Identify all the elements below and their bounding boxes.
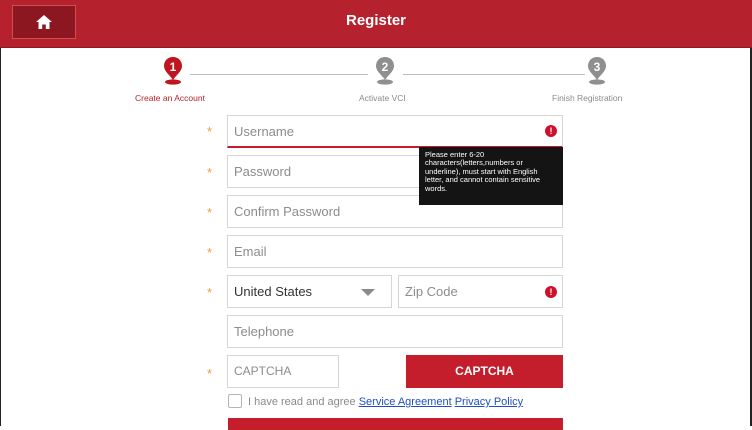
username-input[interactable]: Username	[227, 115, 563, 148]
email-input[interactable]: Email	[227, 235, 563, 268]
top-bar: Register	[0, 0, 752, 48]
email-placeholder: Email	[234, 244, 267, 259]
username-error-tooltip: Please enter 6-20 characters(letters,num…	[419, 147, 563, 205]
zip-code-input[interactable]: Zip Code	[398, 275, 563, 308]
window-frame-left	[0, 0, 1, 426]
step-number: 2	[381, 60, 389, 74]
page-title: Register	[345, 12, 407, 29]
confirm-password-placeholder: Confirm Password	[234, 204, 341, 219]
step-1-label: Create an Account	[135, 93, 205, 103]
required-mark: *	[207, 205, 213, 220]
country-value: United States	[234, 284, 313, 299]
step-number: 3	[593, 60, 601, 74]
required-mark: *	[207, 124, 213, 139]
step-connector	[403, 74, 585, 75]
captcha-placeholder: CAPTCHA	[234, 364, 292, 378]
password-placeholder: Password	[234, 164, 292, 179]
agreement-prefix: I have read and agree	[248, 396, 356, 408]
required-mark: *	[207, 165, 213, 180]
step-3-marker: 3	[587, 57, 607, 85]
captcha-input[interactable]: CAPTCHA	[227, 355, 339, 388]
agreement-text: I have read and agree Service Agreement …	[248, 396, 523, 408]
telephone-placeholder: Telephone	[234, 324, 294, 339]
step-connector	[190, 74, 368, 75]
step-1-marker: 1	[163, 57, 183, 85]
required-mark: *	[207, 245, 213, 260]
agree-checkbox[interactable]	[228, 394, 242, 408]
step-2-label: Activate VCI	[359, 93, 406, 103]
privacy-policy-link[interactable]: Privacy Policy	[455, 396, 523, 408]
captcha-button[interactable]: CAPTCHA	[406, 355, 563, 388]
error-icon: !	[545, 286, 557, 298]
required-mark: *	[207, 285, 213, 300]
step-2-marker: 2	[375, 57, 395, 85]
error-icon: !	[545, 125, 557, 137]
service-agreement-link[interactable]: Service Agreement	[359, 396, 452, 408]
username-placeholder: Username	[234, 124, 294, 139]
step-3-label: Finish Registration	[552, 93, 623, 103]
register-button[interactable]	[228, 418, 563, 430]
step-number: 1	[169, 60, 177, 74]
telephone-input[interactable]: Telephone	[227, 315, 563, 348]
chevron-down-icon	[361, 289, 375, 296]
required-mark: *	[207, 366, 213, 381]
zip-code-placeholder: Zip Code	[405, 284, 458, 299]
